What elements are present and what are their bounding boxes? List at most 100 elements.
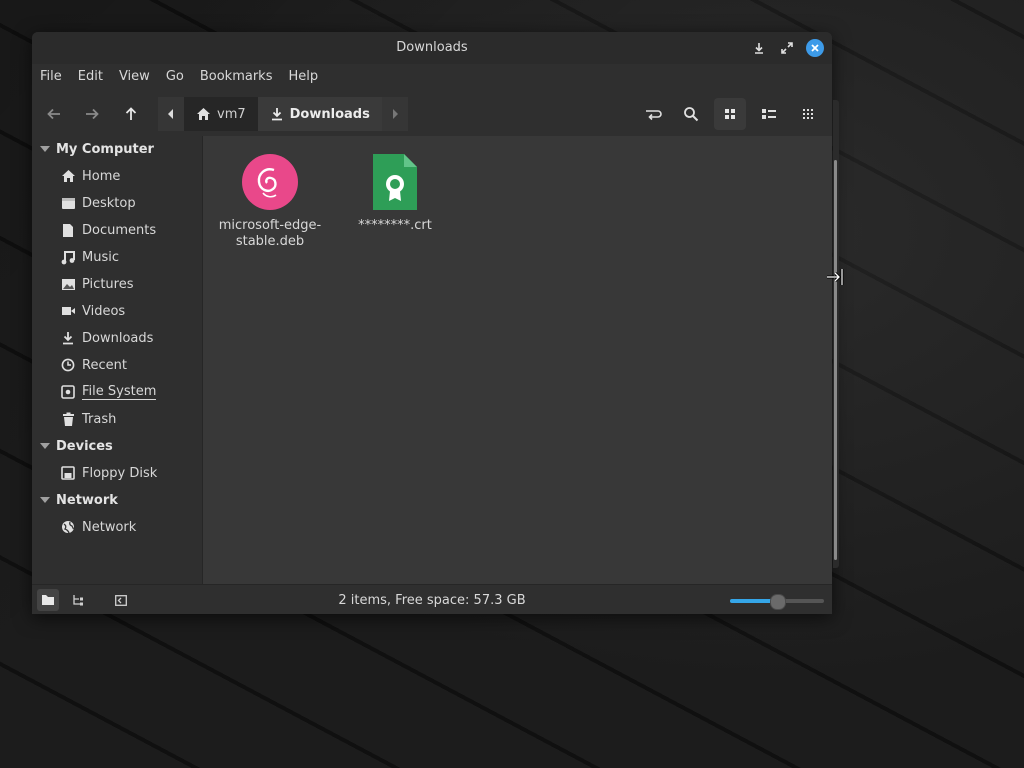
- back-button[interactable]: [38, 98, 70, 130]
- window-title: Downloads: [396, 40, 468, 55]
- file-item-certificate[interactable]: ********.crt: [340, 152, 450, 234]
- chevron-down-icon: [40, 497, 50, 503]
- clock-icon: [60, 357, 76, 373]
- zoom-slider[interactable]: [730, 594, 824, 610]
- sidebar-item-file-system[interactable]: File System: [60, 381, 157, 403]
- sidebar-item-documents[interactable]: Documents: [60, 219, 156, 241]
- sidebar-item-label: Desktop: [82, 195, 136, 211]
- search-button[interactable]: [675, 98, 707, 130]
- sidebar-item-trash[interactable]: Trash: [60, 408, 116, 430]
- sidebar-item-music[interactable]: Music: [60, 246, 119, 268]
- up-button[interactable]: [115, 98, 147, 130]
- breadcrumb-scroll-left[interactable]: [158, 97, 184, 131]
- home-icon: [60, 168, 76, 184]
- sidebar-item-label: Floppy Disk: [82, 465, 158, 481]
- arrow-right-icon: [86, 108, 99, 120]
- breadcrumb: vm7 Downloads: [158, 97, 408, 131]
- sidebar-item-label: Music: [82, 249, 119, 265]
- sidebar-item-label: Documents: [82, 222, 157, 238]
- menu-file[interactable]: File: [32, 66, 70, 88]
- section-title: Network: [56, 492, 118, 508]
- arrow-up-icon: [125, 107, 137, 120]
- menu-edit[interactable]: Edit: [70, 66, 111, 88]
- list-view-button[interactable]: [753, 98, 785, 130]
- sidebar: My Computer Home Desktop Documents Music…: [32, 136, 202, 584]
- breadcrumb-home-label: vm7: [217, 106, 246, 122]
- sidebar-item-downloads[interactable]: Downloads: [60, 327, 153, 349]
- compact-view-button[interactable]: [792, 98, 824, 130]
- sidebar-section-network[interactable]: Network: [40, 490, 118, 510]
- sidebar-item-label: Videos: [82, 303, 126, 319]
- sidebar-item-home[interactable]: Home: [60, 165, 120, 187]
- status-text: 2 items, Free space: 57.3 GB: [338, 593, 526, 608]
- compact-grid-icon: [803, 109, 813, 119]
- arrow-left-icon: [47, 108, 60, 120]
- sidebar-item-pictures[interactable]: Pictures: [60, 273, 133, 295]
- sidebar-item-label: Downloads: [82, 330, 154, 346]
- resize-cursor-icon: [826, 268, 846, 290]
- status-bar: 2 items, Free space: 57.3 GB: [32, 584, 832, 614]
- grid-icon: [725, 109, 735, 119]
- sidebar-item-floppy-disk[interactable]: Floppy Disk: [60, 462, 157, 484]
- list-icon: [762, 109, 776, 119]
- menu-view[interactable]: View: [111, 66, 158, 88]
- title-bar[interactable]: Downloads: [32, 32, 832, 64]
- location-toggle-icon: [646, 110, 662, 121]
- chevron-right-icon: [392, 109, 398, 119]
- chevron-down-icon: [40, 146, 50, 152]
- sidebar-item-label: Trash: [82, 411, 117, 427]
- maximize-icon: [781, 42, 793, 54]
- floppy-icon: [60, 465, 76, 481]
- menu-bookmarks[interactable]: Bookmarks: [192, 66, 281, 88]
- scrollbar[interactable]: [834, 160, 837, 560]
- globe-icon: [60, 519, 76, 535]
- zoom-slider-handle[interactable]: [770, 594, 786, 610]
- breadcrumb-current[interactable]: Downloads: [257, 97, 382, 131]
- sidebar-item-label: Network: [82, 519, 137, 535]
- sidebar-item-label: File System: [82, 384, 157, 400]
- file-view[interactable]: microsoft-edge- stable.deb ********.crt: [202, 136, 832, 584]
- close-icon: [806, 39, 824, 57]
- close-button[interactable]: [806, 39, 824, 57]
- breadcrumb-current-label: Downloads: [289, 106, 370, 122]
- debian-package-icon: [240, 152, 300, 212]
- file-manager-window: Downloads File Edit View Go Bookmarks He…: [32, 32, 832, 614]
- menu-go[interactable]: Go: [158, 66, 192, 88]
- home-icon: [197, 108, 210, 120]
- sidebar-section-my-computer[interactable]: My Computer: [40, 139, 154, 159]
- document-icon: [60, 222, 76, 238]
- music-icon: [60, 249, 76, 265]
- menu-bar: File Edit View Go Bookmarks Help: [32, 66, 326, 88]
- sidebar-section-devices[interactable]: Devices: [40, 436, 113, 456]
- trash-icon: [60, 411, 76, 427]
- sidebar-item-desktop[interactable]: Desktop: [60, 192, 136, 214]
- minimize-icon: [755, 43, 763, 54]
- breadcrumb-scroll-right[interactable]: [381, 97, 408, 131]
- breadcrumb-home[interactable]: vm7: [184, 97, 258, 131]
- menu-help[interactable]: Help: [280, 66, 326, 88]
- section-title: Devices: [56, 438, 113, 454]
- certificate-icon: [365, 152, 425, 212]
- minimize-button[interactable]: [750, 39, 768, 57]
- icon-view-button[interactable]: [714, 98, 746, 130]
- download-icon: [60, 330, 76, 346]
- forward-button[interactable]: [76, 98, 108, 130]
- chevron-left-icon: [168, 109, 173, 119]
- section-title: My Computer: [56, 141, 154, 157]
- search-icon: [684, 107, 699, 122]
- desktop-icon: [60, 195, 76, 211]
- toolbar: vm7 Downloads: [32, 94, 832, 134]
- download-icon: [271, 108, 282, 121]
- sidebar-item-network[interactable]: Network: [60, 516, 136, 538]
- sidebar-item-recent[interactable]: Recent: [60, 354, 127, 376]
- file-item-debian-package[interactable]: microsoft-edge- stable.deb: [215, 152, 325, 250]
- sidebar-item-label: Pictures: [82, 276, 134, 292]
- sidebar-item-videos[interactable]: Videos: [60, 300, 125, 322]
- drive-icon: [60, 384, 76, 400]
- sidebar-item-label: Recent: [82, 357, 127, 373]
- maximize-button[interactable]: [778, 39, 796, 57]
- toggle-location-button[interactable]: [637, 98, 669, 130]
- file-name-line2: stable.deb: [235, 234, 305, 249]
- picture-icon: [60, 276, 76, 292]
- file-name-line1: microsoft-edge-: [218, 218, 322, 233]
